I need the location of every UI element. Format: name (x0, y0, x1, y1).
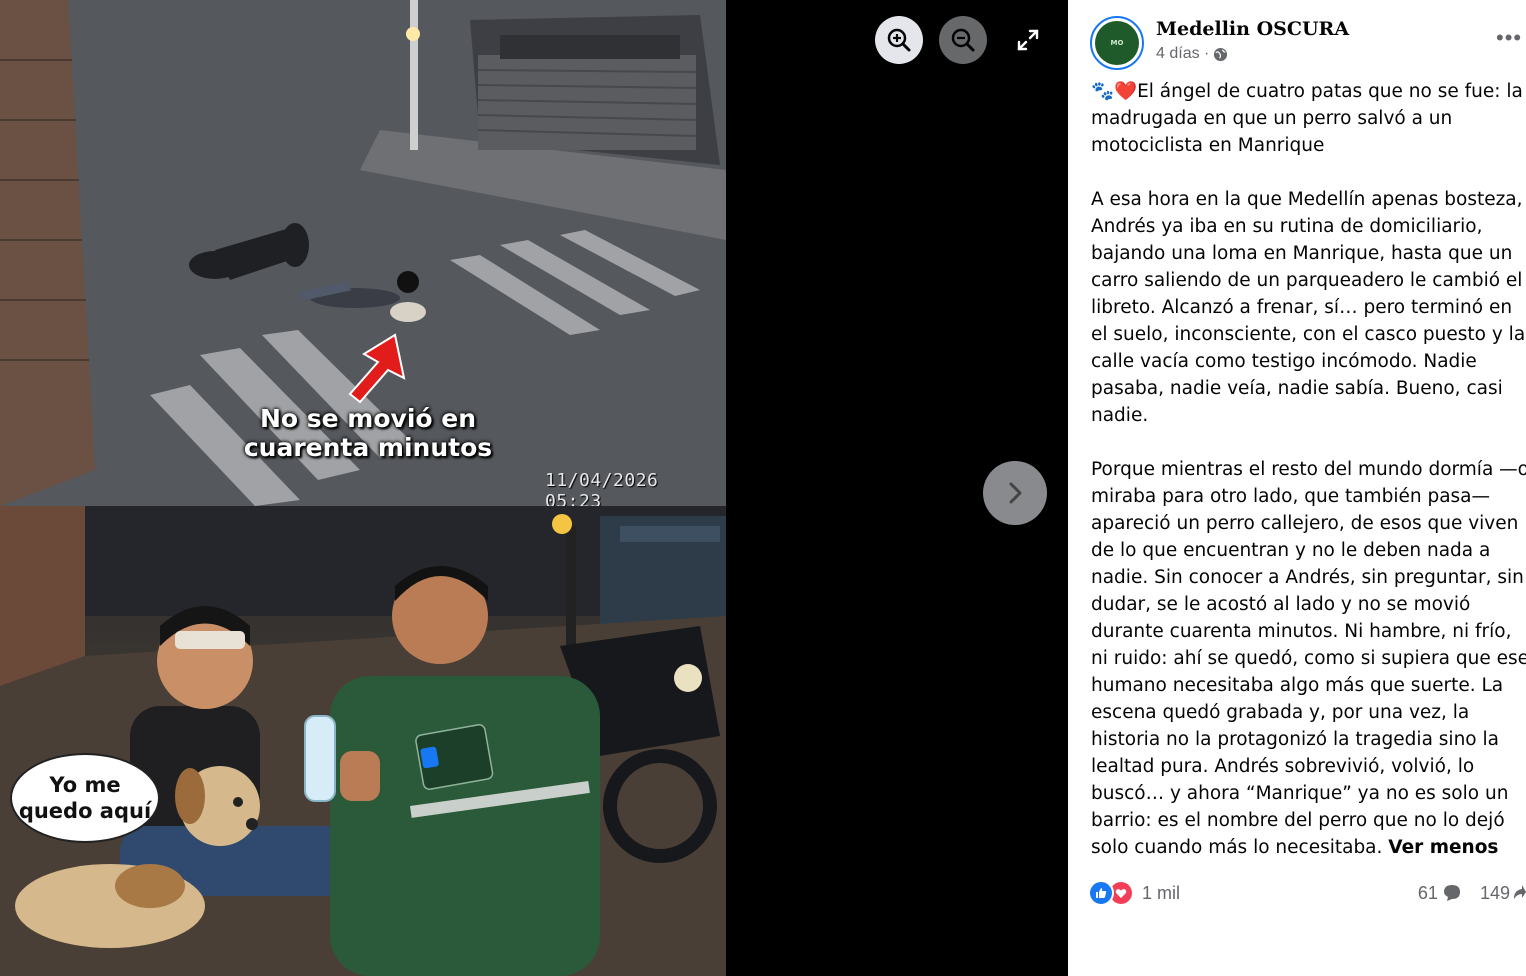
zoom-out-button[interactable] (939, 16, 987, 64)
chevron-right-icon (1009, 482, 1022, 504)
reaction-count[interactable]: 1 mil (1142, 883, 1180, 904)
post-time[interactable]: 4 días · (1156, 45, 1209, 63)
comment-icon (1443, 885, 1460, 901)
photo-top-cctv: No se movió en cuarenta minutos 11/04/20… (0, 0, 726, 506)
zoom-in-button[interactable] (875, 16, 923, 64)
zoom-out-icon (951, 28, 975, 52)
post-meta: 4 días · (1156, 45, 1228, 63)
photo-bottom-illustration: Yo me quedo aquí (0, 506, 726, 976)
zoom-in-icon (887, 28, 911, 52)
post-body: 🐾❤️El ángel de cuatro patas que no se fu… (1091, 78, 1526, 861)
share-count[interactable]: 149 (1480, 883, 1510, 904)
post-panel: MO Medellin OSCURA 4 días · ••• 🐾❤️El án… (1068, 0, 1526, 976)
next-photo-button[interactable] (983, 461, 1047, 525)
image-caption: No se movió en cuarenta minutos (243, 404, 493, 462)
page-logo: MO (1095, 21, 1139, 65)
speech-bubble: Yo me quedo aquí (10, 753, 160, 843)
reactions-bar: 1 mil 61 149 (1088, 878, 1526, 908)
comment-count[interactable]: 61 (1418, 883, 1438, 904)
page-name-link[interactable]: Medellin OSCURA (1156, 18, 1349, 40)
post-paragraph: 🐾❤️El ángel de cuatro patas que no se fu… (1091, 81, 1523, 156)
photo-viewer: No se movió en cuarenta minutos 11/04/20… (0, 0, 1068, 976)
see-less-link[interactable]: Ver menos (1388, 837, 1498, 858)
illustration-scene (0, 506, 726, 976)
more-options-button[interactable]: ••• (1496, 27, 1522, 49)
cctv-timestamp: 11/04/2026 05:23 (545, 470, 659, 506)
like-icon (1088, 880, 1114, 906)
fullscreen-icon (1017, 29, 1039, 51)
fullscreen-button[interactable] (1004, 16, 1052, 64)
page-avatar[interactable]: MO (1090, 16, 1144, 70)
share-icon (1514, 885, 1526, 899)
globe-icon (1214, 47, 1228, 61)
post-paragraph: Porque mientras el resto del mundo dormí… (1091, 456, 1526, 861)
post-paragraph-text: Porque mientras el resto del mundo dormí… (1091, 459, 1526, 858)
post-paragraph: A esa hora en la que Medellín apenas bos… (1091, 189, 1526, 426)
